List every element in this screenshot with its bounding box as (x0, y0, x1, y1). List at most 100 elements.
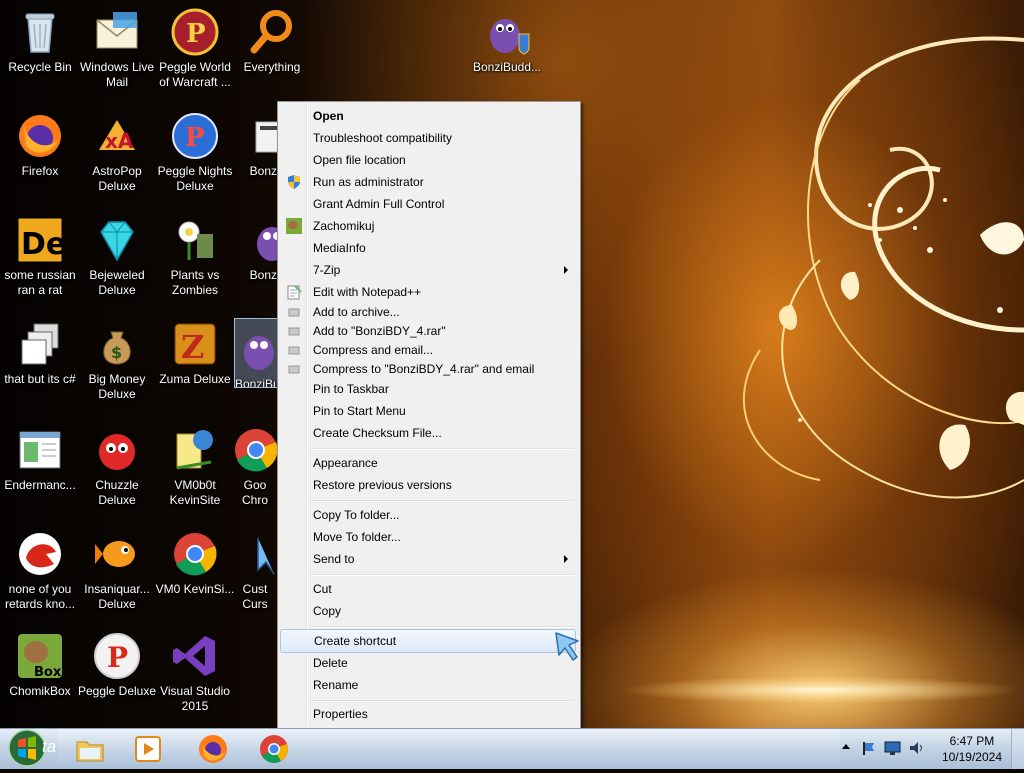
desktop-icon-insaniquarium[interactable]: Insaniquar... Deluxe (77, 524, 157, 624)
menu-separator (310, 574, 574, 576)
red-bird-icon (16, 530, 64, 578)
diamond-icon (93, 216, 141, 264)
menu-item-restore-previous-versions[interactable]: Restore previous versions (280, 474, 576, 496)
taskbar-button-media-player[interactable] (120, 731, 174, 767)
menu-item-compress-to-rar-and-email[interactable]: Compress to "BonziBDY_4.rar" and email (280, 358, 576, 380)
desktop-icon-firefox[interactable]: Firefox (0, 106, 80, 206)
desktop-icon-peggle-deluxe[interactable]: P Peggle Deluxe (77, 626, 157, 726)
menu-item-cut[interactable]: Cut (280, 578, 576, 600)
show-desktop-button[interactable] (1011, 729, 1024, 769)
desktop-icon-windows-live-mail[interactable]: Windows Live Mail (77, 2, 157, 102)
menu-separator (310, 626, 574, 628)
desktop-icon-peggle-world-of-warcraft[interactable]: P Peggle World of Warcraft ... (155, 2, 235, 102)
menu-item-pin-to-start-menu[interactable]: Pin to Start Menu (280, 400, 576, 422)
menu-item-open[interactable]: Open (280, 105, 576, 127)
desktop-icon-vm0-kevinsite[interactable]: VM0 KevinSi... (155, 524, 235, 624)
menu-item-copy-to-folder[interactable]: Copy To folder... (280, 504, 576, 526)
show-hidden-icons-chevron-icon[interactable] (842, 744, 850, 749)
desktop-icon-astropop[interactable]: xA AstroPop Deluxe (77, 106, 157, 206)
network-icon[interactable] (884, 740, 902, 760)
icon-label: Bejeweled Deluxe (89, 268, 145, 297)
menu-item-pin-to-taskbar[interactable]: Pin to Taskbar (280, 378, 576, 400)
desktop-icon-bejeweled[interactable]: Bejeweled Deluxe (77, 210, 157, 310)
archive-icon (286, 342, 302, 358)
menu-item-zachomikuj[interactable]: Zachomikuj (280, 215, 576, 237)
desktop-icon-everything[interactable]: Everything (232, 2, 312, 102)
submenu-arrow-icon (564, 266, 568, 274)
menu-item-appearance[interactable]: Appearance (280, 452, 576, 474)
desktop-icon-chuzzle[interactable]: Chuzzle Deluxe (77, 420, 157, 520)
icon-label: Big Money Deluxe (88, 372, 146, 401)
taskbar-button-explorer[interactable] (62, 731, 116, 767)
windows-stack-icon (16, 320, 64, 368)
archive-icon (286, 361, 302, 377)
desktop-icon-bonzibuddy[interactable]: BonziBudd... (467, 2, 547, 102)
desktop-icon-big-money[interactable]: $ Big Money Deluxe (77, 314, 157, 414)
desktop-icon-visual-studio[interactable]: Visual Studio 2015 (155, 626, 235, 726)
desktop-icon-vm0b0t-kevinsite[interactable]: VM0b0t KevinSite (155, 420, 235, 520)
volume-icon[interactable] (908, 740, 926, 760)
menu-item-copy[interactable]: Copy (280, 600, 576, 622)
chomikbox-icon: Box (16, 632, 64, 680)
icon-label: Chuzzle Deluxe (95, 478, 139, 507)
icon-label: Everything (243, 60, 301, 74)
start-button[interactable]: ta (0, 727, 58, 769)
desktop-icon-some-russian[interactable]: De some russian ran a rat (0, 210, 80, 310)
menu-item-open-file-location[interactable]: Open file location (280, 149, 576, 171)
menu-item-run-as-administrator[interactable]: Run as administrator (280, 171, 576, 193)
action-center-flag-icon[interactable] (860, 740, 876, 760)
system-clock[interactable]: 6:47 PM 10/19/2024 (942, 733, 1002, 765)
notepad-plus-icon (286, 284, 302, 300)
archive-icon (286, 304, 302, 320)
svg-text:Z: Z (181, 328, 204, 366)
menu-item-troubleshoot-compatibility[interactable]: Troubleshoot compatibility (280, 127, 576, 149)
menu-item-create-checksum-file[interactable]: Create Checksum File... (280, 422, 576, 444)
icon-label: BonziBu (235, 377, 280, 388)
taskbar-button-chrome[interactable] (248, 731, 302, 767)
desktop-icon-zuma[interactable]: Z Zuma Deluxe (155, 314, 235, 414)
icon-label: Peggle Deluxe (77, 684, 157, 698)
icon-label: Peggle World of Warcraft ... (159, 60, 231, 89)
icon-label: Cust Curs (242, 582, 268, 611)
menu-item-grant-admin-full-control[interactable]: Grant Admin Full Control (280, 193, 576, 215)
svg-text:$: $ (111, 343, 122, 362)
peggle-nights-icon: P (171, 112, 219, 160)
menu-item-7-zip[interactable]: 7-Zip (280, 259, 576, 281)
icon-label: BonziBudd... (472, 60, 542, 74)
icon-label: ChomikBox (9, 684, 71, 698)
submenu-arrow-icon (564, 555, 568, 563)
desktop-icon-bonzibu-selected[interactable]: BonziBu (234, 318, 280, 388)
plants-vs-zombies-icon (171, 216, 219, 264)
menu-item-move-to-folder[interactable]: Move To folder... (280, 526, 576, 548)
menu-item-mediainfo[interactable]: MediaInfo (280, 237, 576, 259)
magnifier-icon (248, 8, 296, 56)
recycle-bin-icon (16, 8, 64, 56)
desktop-icon-none-of-you[interactable]: none of you retards kno... (0, 524, 80, 624)
icon-label: VM0 KevinSi... (155, 582, 235, 596)
firefox-icon (198, 734, 228, 768)
folder-icon (75, 734, 105, 768)
desktop-icon-peggle-nights[interactable]: P Peggle Nights Deluxe (155, 106, 235, 206)
desktop-icon-chomikbox[interactable]: Box ChomikBox (0, 626, 80, 726)
menu-item-properties[interactable]: Properties (280, 703, 576, 725)
menu-item-rename[interactable]: Rename (280, 674, 576, 696)
desktop-icon-plants-vs-zombies[interactable]: Plants vs Zombies (155, 210, 235, 310)
firefox-icon (16, 112, 64, 160)
taskbar-button-firefox[interactable] (186, 731, 240, 767)
desktop-icon-that-but-its-csharp[interactable]: that but its c# (0, 314, 80, 414)
desktop-icon-endermanch[interactable]: Endermanc... (0, 420, 80, 520)
chrome-icon (171, 530, 219, 578)
desktop-icon-recycle-bin[interactable]: Recycle Bin (0, 2, 80, 102)
context-menu[interactable]: Open Troubleshoot compatibility Open fil… (277, 101, 581, 729)
icon-label: AstroPop Deluxe (92, 164, 142, 193)
icon-label: Windows Live Mail (79, 60, 155, 89)
menu-item-send-to[interactable]: Send to (280, 548, 576, 570)
chomikuj-icon (286, 218, 302, 234)
desktop-icon-custom-cursor[interactable]: Cust Curs (232, 524, 278, 624)
menu-item-delete[interactable]: Delete (280, 652, 576, 674)
windows-live-mail-icon (93, 8, 141, 56)
menu-item-create-shortcut[interactable]: Create shortcut (280, 629, 576, 653)
desktop-icon-google-chrome[interactable]: Goo Chro (232, 420, 278, 520)
archive-icon (286, 323, 302, 339)
menu-item-edit-with-notepad-plus-plus[interactable]: Edit with Notepad++ (280, 281, 576, 303)
